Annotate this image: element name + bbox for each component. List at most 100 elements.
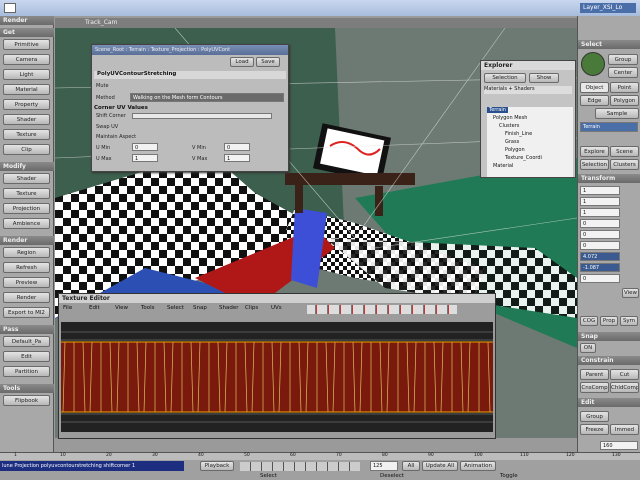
btn-shader[interactable]: Shader [3, 173, 50, 184]
texed-menu-uvs[interactable]: UVs [271, 305, 282, 311]
btn-light[interactable]: Light [3, 69, 50, 80]
transform-section[interactable]: Transform [578, 174, 640, 183]
section-modify[interactable]: Modify [0, 162, 54, 171]
btn-export-to-mi2[interactable]: Export to MI2 [3, 307, 50, 318]
texture-editor[interactable]: Texture Editor File Edit View Tools Select Sn… [58, 293, 496, 439]
scene-button[interactable]: Scene [610, 146, 639, 157]
viewport-header[interactable]: Track_Cam [55, 18, 577, 28]
btn-material[interactable]: Material [3, 84, 50, 95]
undo-icon[interactable] [4, 3, 16, 13]
method-dropdown[interactable]: Walking on the Mesh form Contours [130, 93, 284, 102]
vmax-field[interactable]: 1 [224, 154, 250, 162]
section-get[interactable]: Get [0, 28, 54, 37]
uv-grid[interactable] [61, 322, 493, 432]
object-button[interactable]: Object [580, 82, 609, 93]
snap-on-button[interactable]: ON [580, 343, 596, 353]
texed-menu-select[interactable]: Select [167, 305, 184, 311]
btn-partition[interactable]: Partition [3, 366, 50, 377]
tree-item-polygon[interactable]: Polygon [505, 147, 525, 153]
cog-button[interactable]: COG [580, 316, 598, 326]
center-button[interactable]: Center [608, 67, 638, 78]
texed-menu-snap[interactable]: Snap [193, 305, 207, 311]
prop-button[interactable]: Prop [600, 316, 618, 326]
selected-object-field[interactable]: Terrain [580, 122, 638, 132]
property-editor[interactable]: Scene_Root : Terrain : Texture_Projectio… [91, 44, 289, 172]
play-controls[interactable] [240, 462, 360, 471]
texed-menu-view[interactable]: View [115, 305, 128, 311]
edit-section[interactable]: Edit [578, 398, 640, 407]
btn-preview[interactable]: Preview [3, 277, 50, 288]
btn-render[interactable]: Render [3, 292, 50, 303]
btn-property[interactable]: Property [3, 99, 50, 110]
transform-value-2[interactable]: 1 [580, 208, 620, 217]
tree-item-terrain[interactable]: Terrain [487, 107, 508, 113]
btn-refresh[interactable]: Refresh [3, 262, 50, 273]
clusters-button[interactable]: Clusters [610, 159, 639, 170]
btn-ambience[interactable]: Ambience [3, 218, 50, 229]
btn-texture[interactable]: Texture [3, 188, 50, 199]
ppg-load-button[interactable]: Load [230, 57, 254, 67]
tree-item-finish-line[interactable]: Finish_Line [505, 131, 532, 137]
constrain-section[interactable]: Constrain [578, 356, 640, 365]
tree-item-grass[interactable]: Grass [505, 139, 519, 145]
current-frame-field[interactable]: 125 [370, 461, 398, 471]
transform-value-1[interactable]: 1 [580, 197, 620, 206]
tree-item-material[interactable]: Material [493, 163, 513, 169]
texed-menu-edit[interactable]: Edit [89, 305, 100, 311]
parent-button[interactable]: Parent [580, 369, 609, 380]
texed-menu-shader[interactable]: Shader [219, 305, 238, 311]
texed-menu-file[interactable]: File [63, 305, 72, 311]
transform-value-3[interactable]: 0 [580, 219, 620, 228]
ppg-titlebar[interactable]: Scene_Root : Terrain : Texture_Projectio… [92, 45, 288, 55]
end-frame-field[interactable]: 160 [600, 441, 638, 450]
freeze-button[interactable]: Freeze [580, 424, 609, 435]
transform-value-5[interactable]: 0 [580, 241, 620, 250]
btn-region[interactable]: Region [3, 247, 50, 258]
point-button[interactable]: Point [610, 82, 639, 93]
vmin-field[interactable]: 0 [224, 143, 250, 151]
explorer-show-button[interactable]: Show [529, 73, 559, 83]
timeline-ruler[interactable]: 1 10 20 30 40 50 60 70 80 90 100 110 120 130 [0, 453, 640, 460]
section-pass[interactable]: Pass [0, 325, 54, 334]
transform-value-0[interactable]: 1 [580, 186, 620, 195]
btn-camera[interactable]: Camera [3, 54, 50, 65]
btn-flipbook[interactable]: Flipbook [3, 395, 50, 406]
btn-shader[interactable]: Shader [3, 114, 50, 125]
texed-menu-tools[interactable]: Tools [141, 305, 155, 311]
umin-field[interactable]: 0 [132, 143, 158, 151]
transform-value-4[interactable]: 0 [580, 230, 620, 239]
shift-corner-slider[interactable] [132, 113, 272, 119]
transform-value-8[interactable]: 0 [580, 274, 620, 283]
select-arrow-icon[interactable] [581, 52, 605, 76]
btn-projection[interactable]: Projection [3, 203, 50, 214]
section-render[interactable]: Render [0, 236, 54, 245]
sample-button[interactable]: Sample [595, 108, 639, 119]
selection-button[interactable]: Selection [580, 159, 609, 170]
all-button[interactable]: All [402, 461, 420, 471]
select-section[interactable]: Select [578, 40, 640, 49]
explorer-filter[interactable]: Materials + Shaders [484, 86, 572, 94]
btn-texture[interactable]: Texture [3, 129, 50, 140]
tree-item-clusters[interactable]: Clusters [499, 123, 519, 129]
umax-field[interactable]: 1 [132, 154, 158, 162]
command-line[interactable]: lune Projection polyuvcontourstretching … [0, 461, 184, 471]
animation-button[interactable]: Animation [460, 461, 496, 471]
sym-button[interactable]: Sym [620, 316, 638, 326]
update-all-button[interactable]: Update All [422, 461, 458, 471]
ppg-section-header[interactable]: PolyUVContourStretching [94, 71, 286, 79]
btn-primitive[interactable]: Primitive [3, 39, 50, 50]
ppg-save-button[interactable]: Save [256, 57, 280, 67]
chldcomp-button[interactable]: ChldComp [610, 382, 639, 393]
immed-button[interactable]: Immed [610, 424, 639, 435]
timeline-bar[interactable]: 1 10 20 30 40 50 60 70 80 90 100 110 120 130 lune Pro… [0, 452, 640, 480]
viewport-camera-label[interactable]: Track_Cam [85, 18, 117, 28]
render-module-header[interactable]: Render [0, 16, 54, 25]
transform-value-7[interactable]: -1.087 [580, 263, 620, 272]
snap-section[interactable]: Snap [578, 332, 640, 341]
view-button[interactable]: View [622, 288, 639, 298]
btn-default-pa[interactable]: Default_Pa [3, 336, 50, 347]
btn-edit[interactable]: Edit [3, 351, 50, 362]
explore-button[interactable]: Explore [580, 146, 609, 157]
btn-clip[interactable]: Clip [3, 144, 50, 155]
playback-button[interactable]: Playback [200, 461, 234, 471]
